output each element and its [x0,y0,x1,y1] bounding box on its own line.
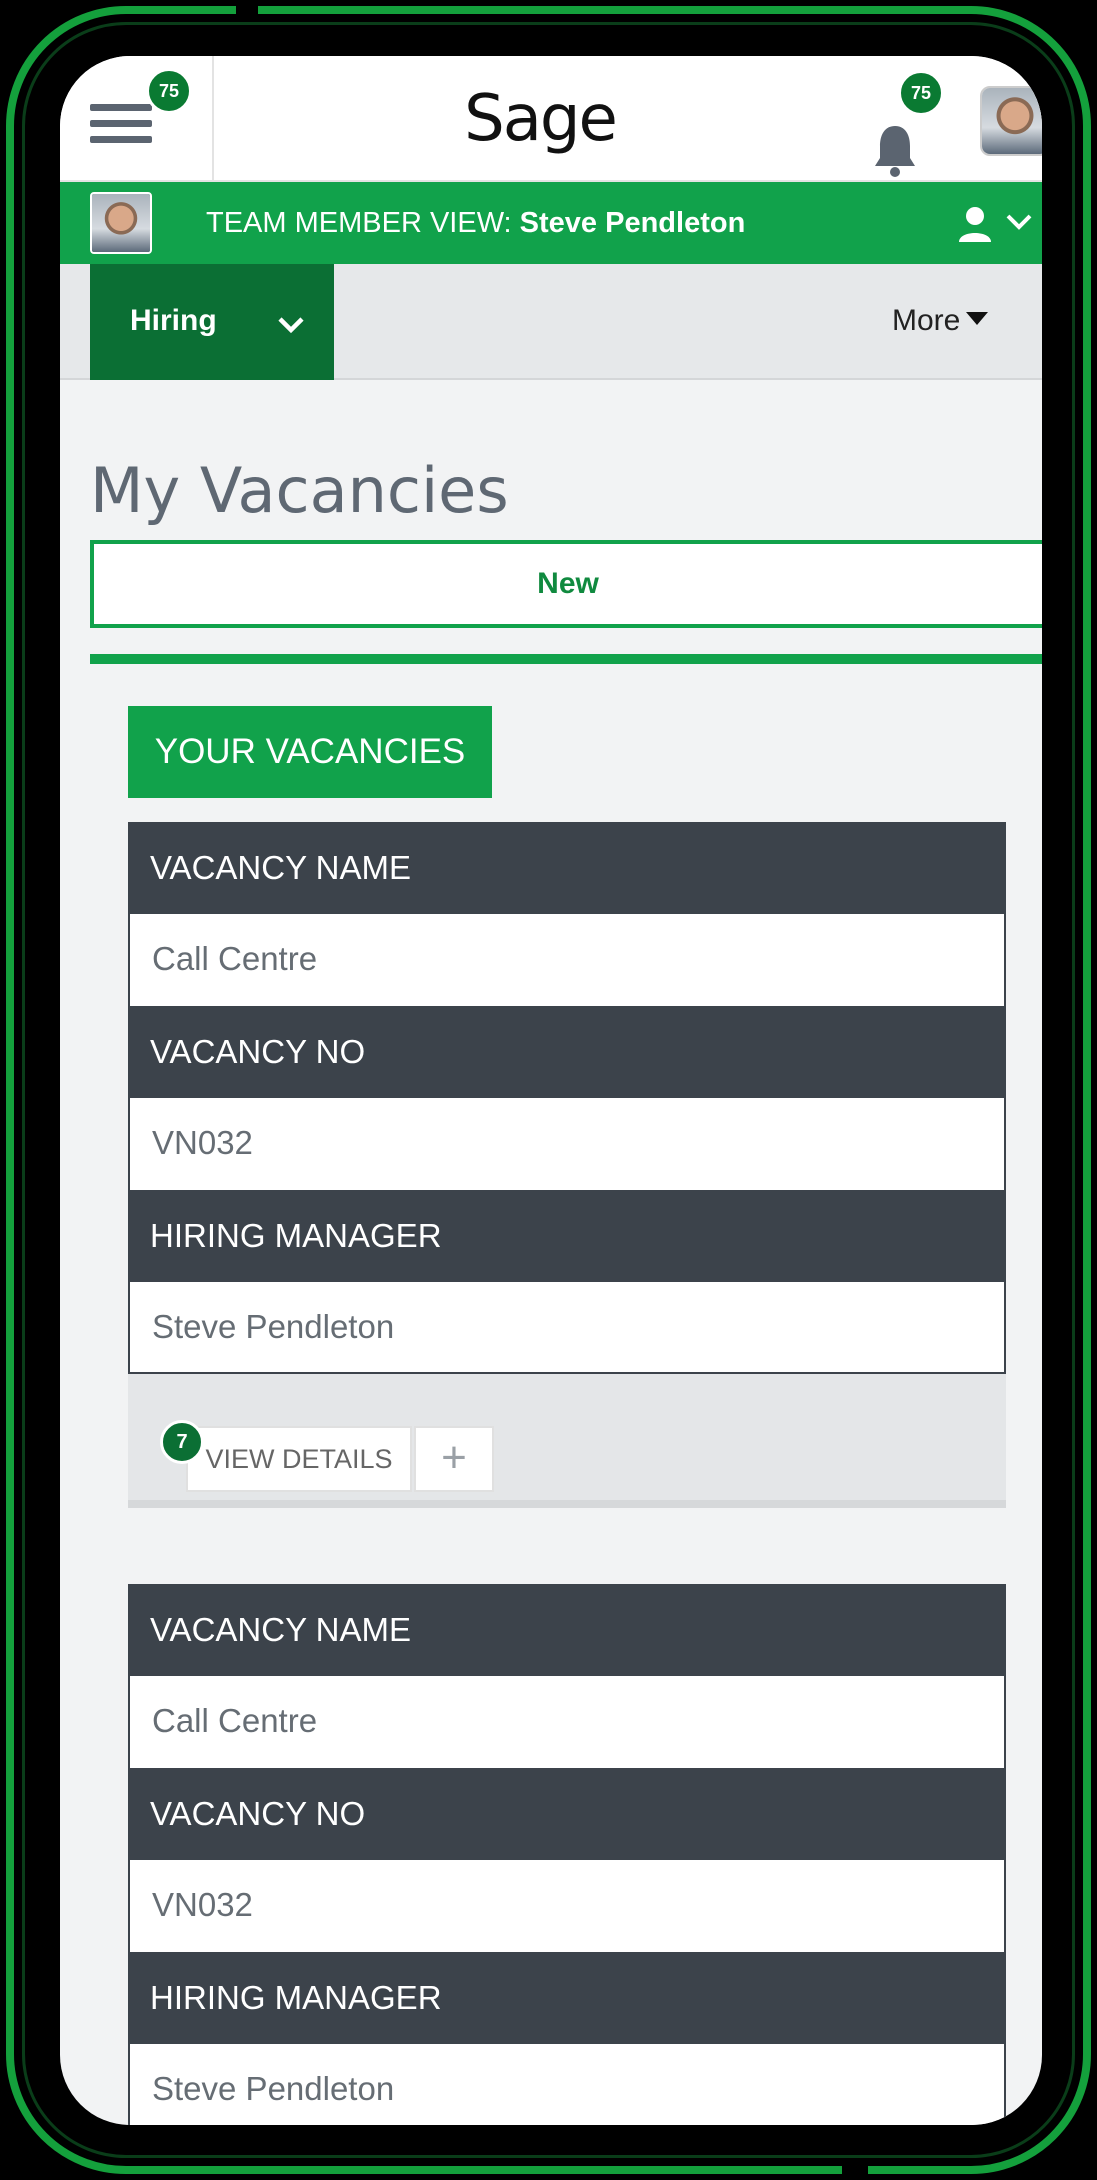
vacancy-name-label: VACANCY NAME [128,822,1006,914]
vacancy-no-label: VACANCY NO [128,1768,1006,1860]
team-member-prefix: TEAM MEMBER VIEW: [206,207,520,239]
view-details-button[interactable]: VIEW DETAILS [186,1426,412,1492]
user-photo [92,194,150,252]
menu-button[interactable]: 75 [60,56,214,182]
more-label: More [892,304,961,337]
vacancy-card: VACANCY NAME Call Centre VACANCY NO VN03… [128,1584,1006,2125]
page-title: My Vacancies [90,454,509,527]
divider [90,654,1042,664]
avatar[interactable] [980,86,1042,156]
menu-count-badge: 75 [146,68,192,114]
hiring-manager-label: HIRING MANAGER [128,1190,1006,1282]
hiring-manager-value: Steve Pendleton [128,1282,1006,1374]
view-details-badge: 7 [160,1420,204,1464]
chevron-down-icon [278,317,304,334]
phone-screen: 75 Sage 75 TEAM MEMBER VIEW: Steve Pendl… [60,56,1042,2125]
user-icon [959,207,991,242]
team-member-avatar [90,192,152,254]
vacancy-name-label: VACANCY NAME [128,1584,1006,1676]
vacancy-card: VACANCY NAME Call Centre VACANCY NO VN03… [128,822,1006,1508]
notification-count-badge: 75 [898,70,944,116]
section-header: YOUR VACANCIES [128,706,492,798]
frame-gap [842,2160,868,2180]
vacancy-name-value: Call Centre [128,914,1006,1006]
nav-bar: Hiring More [60,264,1042,380]
hamburger-icon [90,104,152,144]
vacancy-no-value: VN032 [128,1860,1006,1952]
user-photo [982,88,1042,154]
team-member-name: Steve Pendleton [519,207,746,239]
more-menu-button[interactable]: More [892,264,989,380]
tab-hiring[interactable]: Hiring [90,264,334,380]
frame-gap [236,0,258,20]
vacancy-no-label: VACANCY NO [128,1006,1006,1098]
caret-down-icon [966,312,989,325]
new-vacancy-button[interactable]: New [90,540,1042,628]
team-member-bar: TEAM MEMBER VIEW: Steve Pendleton [60,182,1042,264]
hiring-manager-value: Steve Pendleton [128,2044,1006,2125]
top-bar: 75 Sage 75 [60,56,1042,182]
hiring-manager-label: HIRING MANAGER [128,1952,1006,2044]
tab-hiring-label: Hiring [130,304,217,337]
card-actions: VIEW DETAILS + 7 [128,1374,1006,1508]
vacancy-name-value: Call Centre [128,1676,1006,1768]
sage-logo: Sage [464,82,618,156]
add-button[interactable]: + [414,1426,494,1492]
chevron-down-icon [1006,214,1032,230]
bell-icon [875,126,915,177]
vacancy-no-value: VN032 [128,1098,1006,1190]
team-member-label: TEAM MEMBER VIEW: Steve Pendleton [206,182,745,264]
